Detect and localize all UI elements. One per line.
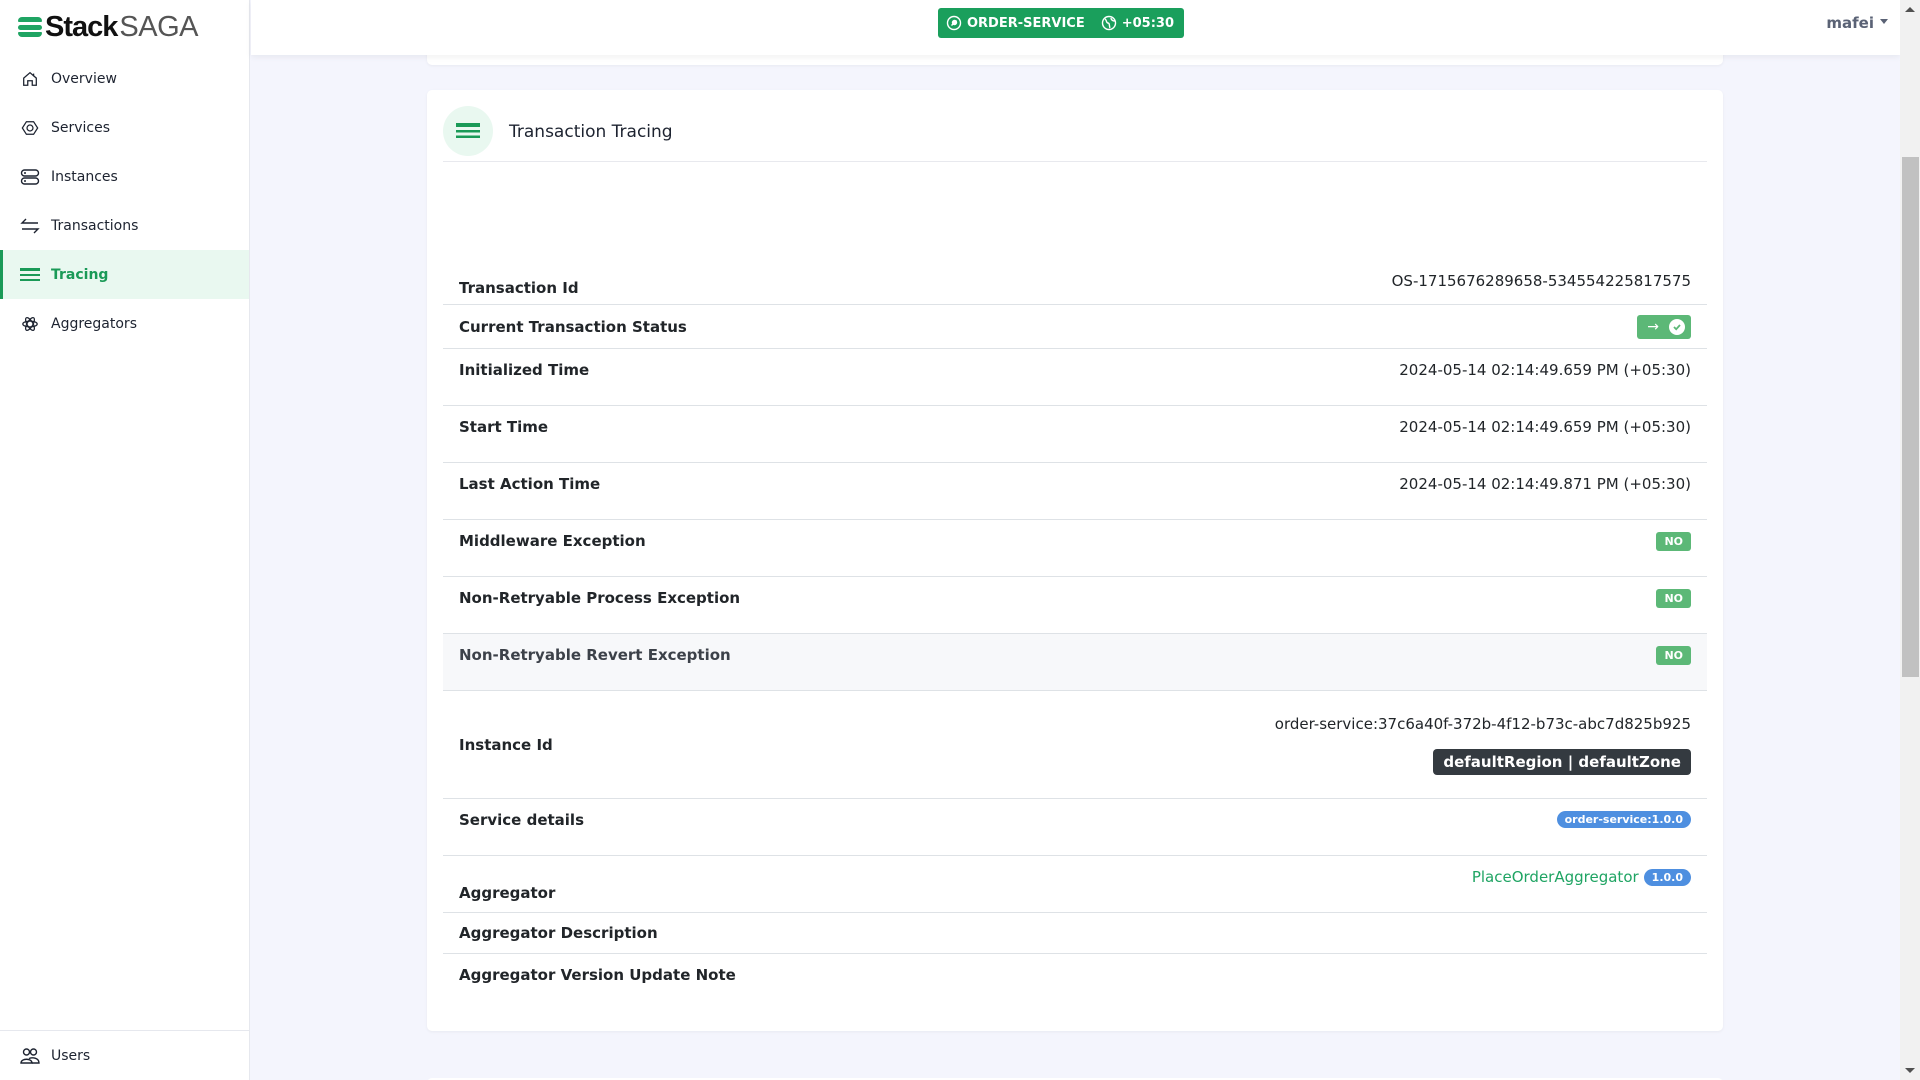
brand-logo[interactable]: Stack SAGA — [18, 10, 198, 44]
card-header: Transaction Tracing — [443, 102, 1707, 162]
row-transaction-id: Transaction Id OS-1715676289658-53455422… — [443, 253, 1707, 305]
row-label: Last Action Time — [459, 475, 601, 493]
row-transaction-status: Current Transaction Status → — [443, 305, 1707, 349]
sidebar-item-users[interactable]: Users — [0, 1031, 249, 1080]
brand-name-light: SAGA — [119, 10, 198, 43]
scroll-thumb[interactable] — [1902, 157, 1919, 677]
instance-id-cell: order-service:37c6a40f-372b-4f12-b73c-ab… — [1275, 715, 1691, 775]
service-version-badge: order-service:1.0.0 — [1556, 811, 1691, 828]
revert-exception-badge: NO — [1656, 646, 1691, 665]
sidebar-item-services[interactable]: Services — [0, 103, 249, 152]
tracing-lines-icon — [20, 265, 40, 285]
trace-details-table: Transaction Id OS-1715676289658-53455422… — [443, 253, 1707, 995]
plug-circle-icon — [946, 15, 962, 31]
sidebar-item-tracing[interactable]: Tracing — [0, 250, 249, 299]
home-icon — [20, 69, 40, 89]
server-icon — [20, 167, 40, 187]
service-name: ORDER-SERVICE — [967, 15, 1085, 31]
row-non-retryable-process-exception: Non-Retryable Process Exception NO — [443, 577, 1707, 634]
row-label: Service details — [459, 811, 584, 829]
sidebar-item-label: Overview — [51, 70, 117, 87]
last-action-time-value: 2024-05-14 02:14:49.871 PM (+05:30) — [1399, 475, 1691, 493]
card-title: Transaction Tracing — [509, 121, 673, 142]
row-label: Aggregator Description — [459, 924, 658, 942]
row-non-retryable-revert-exception: Non-Retryable Revert Exception NO — [443, 634, 1707, 691]
row-label: Instance Id — [459, 735, 553, 754]
sidebar-item-overview[interactable]: Overview — [0, 54, 249, 103]
user-menu-dropdown[interactable]: mafei — [1826, 14, 1888, 32]
atom-icon — [20, 314, 40, 334]
row-label: Current Transaction Status — [459, 317, 687, 336]
sidebar-item-label: Tracing — [51, 266, 109, 283]
row-initialized-time: Initialized Time 2024-05-14 02:14:49.659… — [443, 349, 1707, 406]
row-service-details: Service details order-service:1.0.0 — [443, 799, 1707, 856]
row-label: Non-Retryable Revert Exception — [459, 646, 731, 664]
row-aggregator-version-note: Aggregator Version Update Note — [443, 954, 1707, 995]
transaction-id-value[interactable]: OS-1715676289658-534554225817575 — [1392, 272, 1691, 290]
timezone-offset: +05:30 — [1121, 15, 1174, 31]
transaction-tracing-card: Transaction Tracing Transaction Id OS-17… — [427, 90, 1723, 1031]
users-icon — [20, 1046, 40, 1066]
arrows-exchange-icon — [20, 216, 40, 236]
region-zone-badge: defaultRegion | defaultZone — [1433, 748, 1691, 775]
aggregator-cell: PlaceOrderAggregator 1.0.0 — [1472, 868, 1691, 886]
stack-logo-icon — [18, 17, 42, 37]
sidebar-item-transactions[interactable]: Transactions — [0, 201, 249, 250]
row-label: Aggregator — [459, 884, 556, 902]
hexagon-icon — [20, 118, 40, 138]
row-label: Aggregator Version Update Note — [459, 965, 736, 984]
sidebar-item-label: Instances — [51, 168, 118, 185]
process-exception-badge: NO — [1656, 589, 1691, 608]
sidebar-nav: Overview Services Instances Transactions… — [0, 54, 249, 348]
middleware-exception-badge: NO — [1656, 532, 1691, 551]
sidebar-item-label: Aggregators — [51, 315, 137, 332]
row-label: Transaction Id — [459, 279, 579, 297]
sidebar-item-aggregators[interactable]: Aggregators — [0, 299, 249, 348]
row-instance-id: Instance Id order-service:37c6a40f-372b-… — [443, 691, 1707, 799]
sidebar: Stack SAGA Overview Services Instances T… — [0, 0, 250, 1080]
row-label: Initialized Time — [459, 361, 590, 379]
row-aggregator: Aggregator PlaceOrderAggregator 1.0.0 — [443, 856, 1707, 913]
row-label: Non-Retryable Process Exception — [459, 589, 741, 607]
sidebar-item-label: Services — [51, 119, 111, 136]
initialized-time-value: 2024-05-14 02:14:49.659 PM (+05:30) — [1399, 361, 1691, 379]
username: mafei — [1826, 14, 1874, 32]
row-aggregator-description: Aggregator Description — [443, 913, 1707, 954]
row-label: Start Time — [459, 418, 549, 436]
row-label: Middleware Exception — [459, 532, 646, 550]
instance-id-value: order-service:37c6a40f-372b-4f12-b73c-ab… — [1274, 714, 1691, 733]
start-time-value: 2024-05-14 02:14:49.659 PM (+05:30) — [1399, 418, 1691, 436]
sidebar-item-label: Users — [51, 1048, 91, 1064]
row-middleware-exception: Middleware Exception NO — [443, 520, 1707, 577]
scroll-up-arrow-icon[interactable] — [1905, 7, 1915, 12]
brand-name-bold: Stack — [45, 10, 118, 43]
page-scrollbar[interactable] — [1900, 0, 1920, 1080]
sidebar-footer: Users — [0, 1030, 249, 1080]
arrow-right-icon: → — [1647, 318, 1659, 335]
sidebar-item-label: Transactions — [51, 217, 139, 234]
tracing-lines-icon — [443, 105, 493, 156]
service-badge[interactable]: ORDER-SERVICE +05:30 — [938, 8, 1184, 38]
aggregator-link[interactable]: PlaceOrderAggregator — [1472, 868, 1639, 886]
row-start-time: Start Time 2024-05-14 02:14:49.659 PM (+… — [443, 406, 1707, 463]
caret-down-icon — [1880, 18, 1888, 24]
scroll-down-arrow-icon[interactable] — [1905, 1068, 1915, 1073]
sidebar-item-instances[interactable]: Instances — [0, 152, 249, 201]
status-badge: → — [1637, 314, 1691, 339]
check-circle-icon — [1669, 318, 1685, 335]
top-bar: ORDER-SERVICE +05:30 mafei — [251, 0, 1900, 55]
row-last-action-time: Last Action Time 2024-05-14 02:14:49.871… — [443, 463, 1707, 520]
aggregator-version-badge: 1.0.0 — [1643, 868, 1691, 886]
globe-icon — [1101, 15, 1117, 31]
